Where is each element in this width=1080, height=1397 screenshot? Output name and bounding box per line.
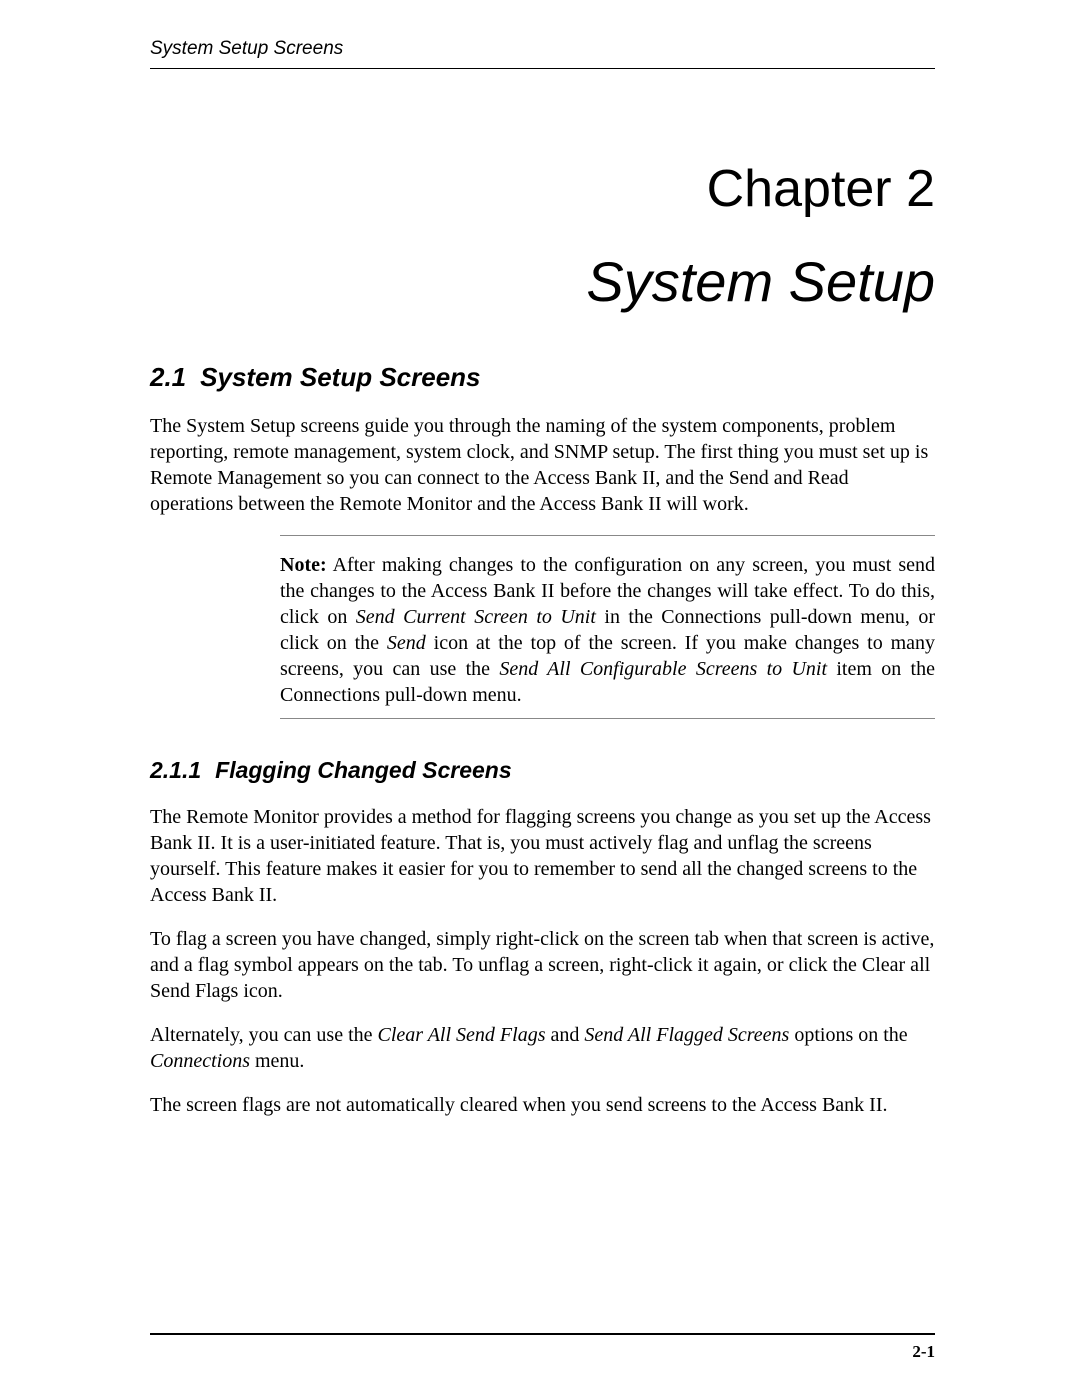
note-bottom-rule — [280, 718, 935, 719]
note-text: Note: After making changes to the config… — [280, 552, 935, 708]
p3-i2: Send All Flagged Screens — [584, 1024, 789, 1046]
section-2-1-1-para3: Alternately, you can use the Clear All S… — [150, 1022, 935, 1074]
section-number: 2.1 — [150, 362, 186, 392]
note-label: Note: — [280, 554, 327, 576]
section-2-1-para1: The System Setup screens guide you throu… — [150, 413, 935, 517]
note-italic2: Send — [387, 632, 426, 654]
section-2-1-1-para4: The screen flags are not automatically c… — [150, 1092, 935, 1118]
section-2-1-1-para1: The Remote Monitor provides a method for… — [150, 804, 935, 908]
chapter-title: System Setup — [150, 249, 935, 314]
p3-i1: Clear All Send Flags — [378, 1024, 546, 1046]
p3-i3: Connections — [150, 1050, 250, 1072]
p3-b: and — [545, 1024, 584, 1046]
p3-a: Alternately, you can use the — [150, 1024, 378, 1046]
subsection-number: 2.1.1 — [150, 757, 201, 783]
header-rule — [150, 68, 935, 69]
footer-rule — [150, 1333, 935, 1335]
page-number: 2-1 — [912, 1342, 935, 1362]
chapter-number: Chapter 2 — [150, 159, 935, 219]
note-italic1: Send Current Screen to Unit — [356, 606, 596, 628]
section-heading-2-1: 2.1 System Setup Screens — [150, 362, 935, 393]
p3-c: options on the — [789, 1024, 907, 1046]
section-title: System Setup Screens — [200, 362, 480, 392]
note-top-rule — [280, 535, 935, 536]
subsection-heading-2-1-1: 2.1.1 Flagging Changed Screens — [150, 757, 935, 784]
p3-d: menu. — [250, 1050, 304, 1072]
note-italic3: Send All Configurable Screens to Unit — [499, 658, 827, 680]
section-2-1-1-para2: To flag a screen you have changed, simpl… — [150, 926, 935, 1004]
running-header: System Setup Screens — [150, 38, 935, 60]
subsection-title: Flagging Changed Screens — [215, 757, 512, 783]
note-block: Note: After making changes to the config… — [280, 535, 935, 719]
